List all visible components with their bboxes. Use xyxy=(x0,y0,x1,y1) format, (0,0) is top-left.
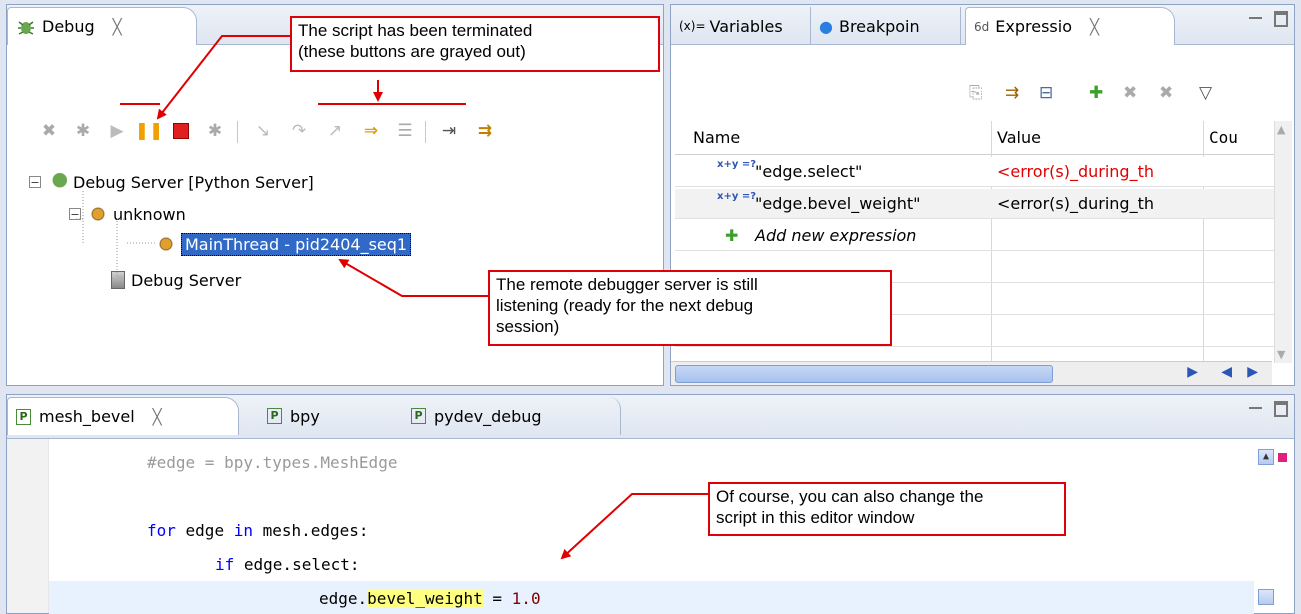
tab-breakpoints-label: Breakpoin xyxy=(838,16,920,36)
maximize-icon[interactable] xyxy=(1274,11,1288,27)
remove-all-icon[interactable]: ✖ xyxy=(1159,83,1173,103)
collapse-all-icon[interactable]: ⎘ xyxy=(969,83,983,103)
code-line: #edge = bpy.types.MeshEdge xyxy=(7,445,1254,479)
tab-mesh-bevel[interactable]: P mesh_bevel ╳ xyxy=(7,397,239,435)
python-file-icon: P xyxy=(16,408,31,425)
annotation-editor: Of course, you can also change the scrip… xyxy=(708,482,1066,536)
python-file-icon: P xyxy=(411,408,426,424)
annotation-terminated: The script has been terminated (these bu… xyxy=(290,16,660,72)
scroll-thumb[interactable] xyxy=(675,365,1053,383)
scroll-down-icon[interactable]: ▼ xyxy=(1277,348,1285,361)
add-expression-row[interactable]: ✚ Add new expression xyxy=(675,221,1275,251)
column-right-icon[interactable]: ▶ xyxy=(1247,364,1258,380)
tab-label: mesh_bevel xyxy=(39,407,135,426)
window-controls xyxy=(1249,401,1288,417)
add-icon: ✚ xyxy=(725,226,739,245)
variables-icon: (x)= xyxy=(679,19,706,33)
column-name[interactable]: Name xyxy=(693,128,740,147)
minimize-icon[interactable] xyxy=(1249,17,1262,21)
expression-value: <error(s)_during_th xyxy=(997,162,1154,181)
expression-value: <error(s)_during_th xyxy=(997,194,1154,213)
tab-variables-label: Variables xyxy=(709,16,783,36)
close-icon[interactable]: ╳ xyxy=(153,408,162,426)
view-menu-icon[interactable]: ▽ xyxy=(1199,83,1212,103)
watch-expression-icon: x+y =? xyxy=(717,159,757,170)
editor-tabbar: P mesh_bevel ╳ P bpy P pydev_debug xyxy=(7,395,1294,439)
add-expression-label: Add new expression xyxy=(755,226,917,245)
tab-breakpoints[interactable]: ● Breakpoin xyxy=(811,7,961,45)
tab-expressions[interactable]: 6d Expressio ╳ xyxy=(965,7,1175,45)
current-code-line: edge. bevel_weight = 1.0 xyxy=(49,581,1254,614)
tab-variables[interactable]: (x)= Variables xyxy=(671,7,811,45)
tab-label: pydev_debug xyxy=(434,406,542,426)
add-expression-icon[interactable]: ✚ xyxy=(1089,83,1103,103)
table-row[interactable]: x+y =? "edge.select" <error(s)_during_th xyxy=(675,157,1275,187)
vertical-scrollbar[interactable]: ▲ ▼ xyxy=(1274,121,1292,363)
scroll-up-icon[interactable]: ▲ xyxy=(1258,449,1274,465)
collapse-icon[interactable]: ⊟ xyxy=(1039,83,1053,103)
table-row[interactable]: x+y =? "edge.bevel_weight" <error(s)_dur… xyxy=(675,189,1275,219)
column-count[interactable]: Cou xyxy=(1209,128,1238,147)
remove-icon[interactable]: ✖ xyxy=(1123,83,1137,103)
show-type-icon[interactable]: ⇉ xyxy=(1005,83,1019,103)
scroll-up-icon[interactable]: ▲ xyxy=(1277,123,1285,136)
column-value[interactable]: Value xyxy=(997,128,1041,147)
tab-label: bpy xyxy=(290,406,320,426)
breakpoints-icon: ● xyxy=(819,16,833,36)
overview-ruler[interactable]: ▲ xyxy=(1254,439,1294,613)
scroll-right-icon[interactable]: ▶ xyxy=(1187,364,1198,380)
column-left-icon[interactable]: ◀ xyxy=(1221,364,1232,380)
expressions-icon: 6d xyxy=(974,19,990,34)
expressions-tabbar: (x)= Variables ● Breakpoin 6d Expressio … xyxy=(671,5,1294,45)
eclipse-debug-perspective: Debug ╳ ✖ ✱ ▶ ❚❚ ✱ ↘ ↷ ↗ ⇒ ☰ ⇥ ⇉ − Debug… xyxy=(0,0,1301,614)
code-editor[interactable]: #edge = bpy.types.MeshEdge for edge in m… xyxy=(7,439,1294,614)
editor-area: P mesh_bevel ╳ P bpy P pydev_debug #edge… xyxy=(6,394,1295,614)
table-header: Name Value Cou xyxy=(675,121,1275,155)
code-line: for edge in mesh.edges: xyxy=(147,520,369,540)
expression-name: "edge.bevel_weight" xyxy=(755,194,921,213)
watch-expression-icon: x+y =? xyxy=(717,191,757,202)
tab-bpy[interactable]: P bpy xyxy=(239,397,389,435)
scroll-thumb[interactable] xyxy=(1258,589,1274,605)
occurrence-highlight: bevel_weight xyxy=(367,588,483,608)
code-line: if edge.select: xyxy=(215,554,360,574)
tab-expressions-label: Expressio xyxy=(995,17,1072,36)
expression-name: "edge.select" xyxy=(755,162,863,181)
annotation-listening: The remote debugger server is still list… xyxy=(488,270,892,346)
maximize-icon[interactable] xyxy=(1274,401,1288,417)
code-comment: #edge = bpy.types.MeshEdge xyxy=(147,452,398,472)
horizontal-scrollbar[interactable]: ▶ ◀ ▶ xyxy=(671,361,1272,385)
minimize-icon[interactable] xyxy=(1249,407,1262,411)
window-controls xyxy=(1249,11,1288,27)
error-marker-icon[interactable] xyxy=(1278,453,1287,462)
close-icon[interactable]: ╳ xyxy=(1090,18,1099,36)
python-file-icon: P xyxy=(267,408,282,424)
tab-pydev-debug[interactable]: P pydev_debug xyxy=(389,397,621,435)
